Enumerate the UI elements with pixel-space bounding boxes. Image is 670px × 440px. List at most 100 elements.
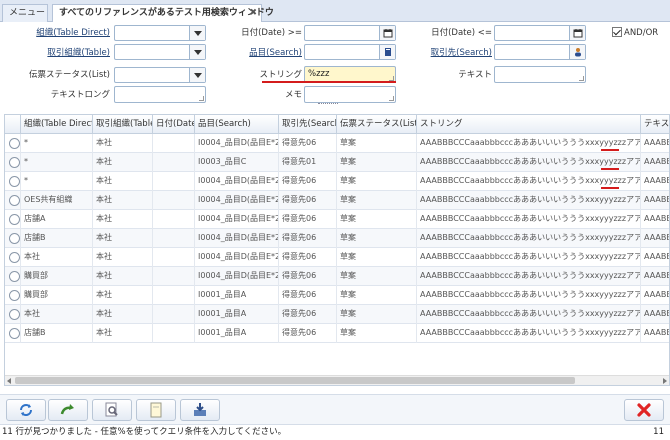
horizontal-scrollbar[interactable] [5,375,669,385]
table-cell: I0004_品目D(品目E*2) [195,267,279,286]
splitter-handle[interactable] [318,103,338,105]
resize-handle-icon[interactable] [579,76,584,81]
table-cell: 本社 [93,191,153,210]
match-highlight-line [601,149,619,151]
table-row[interactable]: 本社 本社 I0001_品目A 得意先06 草案 AAABBBCCCaaabbbcccああ… [5,305,669,324]
calendar-icon[interactable] [569,26,585,40]
date-to-field[interactable] [494,25,586,41]
scrollbar-thumb[interactable] [15,377,575,384]
cancel-icon [637,403,651,417]
table-cell: AAABB [641,267,669,286]
table-cell: I0004_品目D(品目E*2) [195,229,279,248]
table-row[interactable]: * 本社 I0004_品目D(品目E*2) 得意先06 草案 AAABBBCCCaaabb… [5,134,669,153]
table-row[interactable]: 店舗B 本社 I0004_品目D(品目E*2) 得意先06 草案 AAABBBCCCaaa… [5,229,669,248]
close-icon[interactable]: ✖ [249,5,257,22]
row-radio[interactable] [9,138,20,149]
column-header[interactable]: テキス [641,115,669,134]
tab-menu[interactable]: メニュー [2,4,48,22]
table-cell: AAABB [641,210,669,229]
cancel-button[interactable] [624,399,664,421]
zoom-button[interactable] [92,399,132,421]
table-row[interactable]: * 本社 I0004_品目D(品目E*2) 得意先06 草案 AAABBBCCCaaabb… [5,172,669,191]
chevron-down-icon[interactable] [189,45,205,59]
column-header[interactable]: 取引先(Search) [279,115,337,134]
memo-field[interactable] [304,86,396,103]
table-cell: 草案 [337,248,417,267]
results-grid: 組織(Table Direct) 取引組織(Table) 日付(Date) 品目… [4,114,670,386]
product-field[interactable] [304,44,396,60]
table-cell: 本社 [93,210,153,229]
row-radio[interactable] [9,233,20,244]
org-select[interactable] [114,25,206,41]
row-radio[interactable] [9,176,20,187]
table-row[interactable]: 本社 本社 I0004_品目D(品目E*2) 得意先06 草案 AAABBBCCCaaab… [5,248,669,267]
product-lookup-icon[interactable] [379,45,395,59]
table-cell: 得意先06 [279,172,337,191]
import-button[interactable] [180,399,220,421]
table-cell: 本社 [93,248,153,267]
date-from-field[interactable] [304,25,396,41]
match-highlight-line [601,187,619,189]
row-radio[interactable] [9,157,20,168]
resize-handle-icon[interactable] [199,96,204,101]
calendar-icon[interactable] [379,26,395,40]
reset-button[interactable] [48,399,88,421]
bpartner-field[interactable] [494,44,586,60]
person-lookup-icon[interactable] [569,45,585,59]
row-radio[interactable] [9,328,20,339]
table-cell: 得意先06 [279,286,337,305]
scroll-left-icon[interactable] [7,378,11,384]
import-icon [194,403,206,416]
table-cell: 本社 [93,229,153,248]
table-cell: I0001_品目A [195,286,279,305]
refresh-button[interactable] [6,399,46,421]
row-radio[interactable] [9,252,20,263]
table-cell: 本社 [21,305,93,324]
column-header[interactable]: 取引組織(Table) [93,115,153,134]
column-header[interactable]: 品目(Search) [195,115,279,134]
table-cell: AAABBBCCCaaabbbcccあああいいいうううxxxyyyzzzアアア [417,210,641,229]
table-cell: AAABB [641,305,669,324]
table-row[interactable]: 店舗A 本社 I0004_品目D(品目E*2) 得意先06 草案 AAABBBCCCaaa… [5,210,669,229]
table-row[interactable]: 店舗B 本社 I0001_品目A 得意先06 草案 AAABBBCCCaaabbbcccあ… [5,324,669,343]
doc-status-select[interactable] [114,67,206,83]
table-cell: AAABB [641,324,669,343]
table-cell: I0004_品目D(品目E*2) [195,210,279,229]
table-row[interactable]: 購買部 本社 I0001_品目A 得意先06 草案 AAABBBCCCaaabbbcccあ… [5,286,669,305]
column-header[interactable]: ストリング [417,115,641,134]
string-label: ストリング [259,70,302,80]
column-header[interactable]: 伝票ステータス(List) [337,115,417,134]
row-radio[interactable] [9,271,20,282]
chevron-down-icon[interactable] [189,26,205,40]
text-field[interactable] [494,66,586,83]
table-cell: 得意先06 [279,248,337,267]
chevron-down-icon[interactable] [189,68,205,82]
table-cell: 得意先06 [279,210,337,229]
table-cell: 本社 [93,324,153,343]
org-label: 組織(Table Direct) [36,28,110,38]
column-header[interactable]: 組織(Table Direct) [21,115,93,134]
row-radio[interactable] [9,309,20,320]
table-cell: 草案 [337,229,417,248]
column-header[interactable]: 日付(Date) [153,115,195,134]
and-or-checkbox[interactable] [612,27,622,37]
text-long-field[interactable] [114,86,206,103]
table-row[interactable]: OES共有組織 本社 I0004_品目D(品目E*2) 得意先06 草案 AAABBBCC… [5,191,669,210]
table-cell: 本社 [21,248,93,267]
scroll-right-icon[interactable] [663,378,667,384]
new-record-button[interactable] [136,399,176,421]
string-field-value: %zzz [308,69,330,79]
resize-handle-icon[interactable] [389,96,394,101]
table-cell: AAABBBCCCaaabbbcccあああいいいうううxxxyyyzzzアアア [417,267,641,286]
table-row[interactable]: * 本社 I0003_品目C 得意先01 草案 AAABBBCCCaaabbbcccあああ… [5,153,669,172]
row-radio[interactable] [9,195,20,206]
table-row[interactable]: 購買部 本社 I0004_品目D(品目E*2) 得意先06 草案 AAABBBCCCaaa… [5,267,669,286]
tab-search-window[interactable]: すべてのリファレンスがあるテスト用検索ウィンドウ ✖ [52,4,274,23]
table-cell: AAABBBCCCaaabbbcccあああいいいうううxxxyyyzzzアアア [417,305,641,324]
grid-header: 組織(Table Direct) 取引組織(Table) 日付(Date) 品目… [5,115,669,134]
row-radio[interactable] [9,214,20,225]
row-radio[interactable] [9,290,20,301]
table-cell: 得意先06 [279,191,337,210]
doc-status-label: 伝票ステータス(List) [29,70,110,80]
partner-org-select[interactable] [114,44,206,60]
